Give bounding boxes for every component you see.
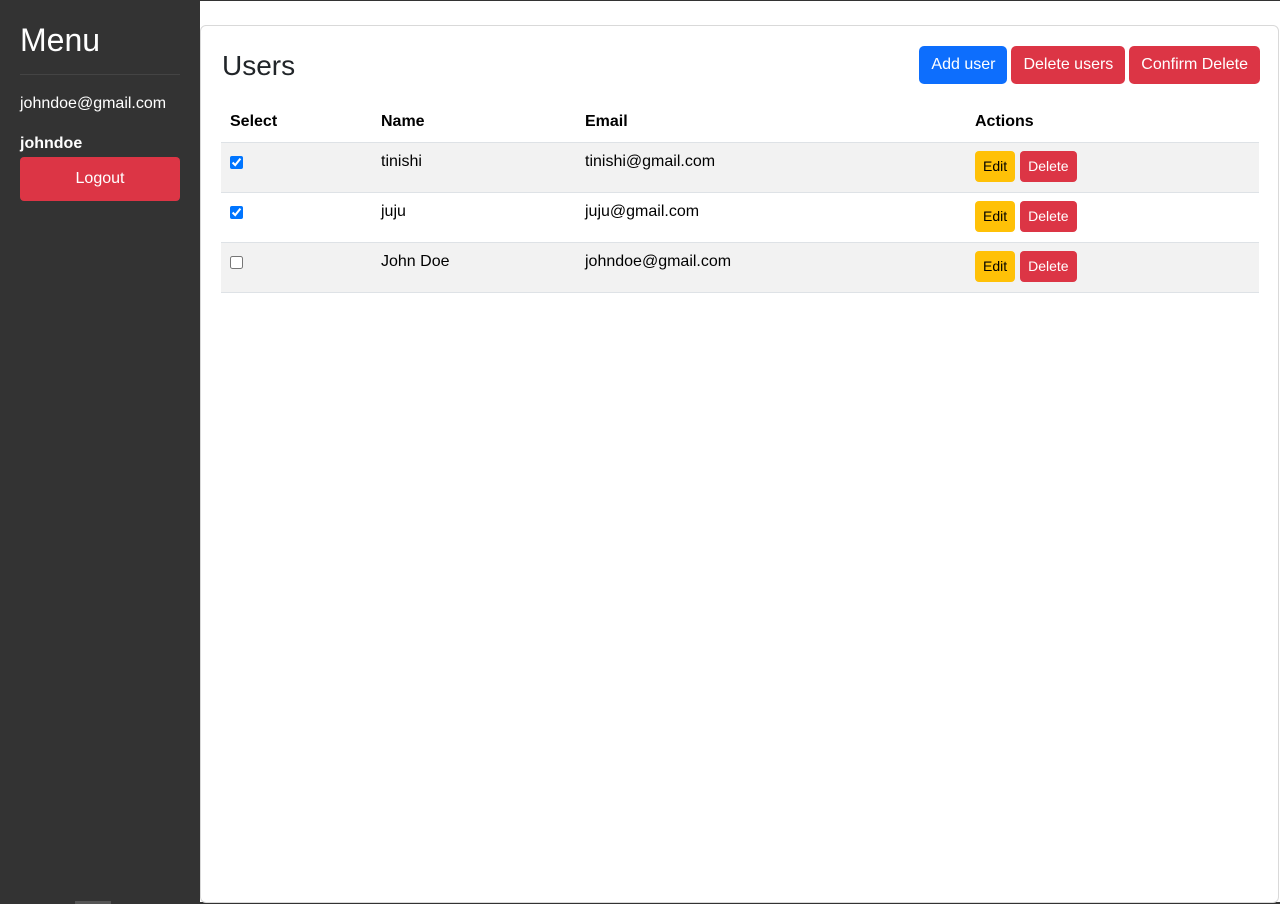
actions-cell: Edit Delete xyxy=(966,192,1259,243)
column-header-select: Select xyxy=(221,102,372,143)
confirm-delete-button[interactable]: Confirm Delete xyxy=(1129,46,1260,84)
select-cell xyxy=(221,142,372,193)
delete-button[interactable]: Delete xyxy=(1020,250,1077,282)
table-row: juju juju@gmail.com Edit Delete xyxy=(221,192,1259,243)
main-content: Users Add user Delete users Confirm Dele… xyxy=(200,0,1280,903)
column-header-actions: Actions xyxy=(966,102,1259,143)
row-actions: Edit Delete xyxy=(975,200,1250,232)
name-cell: juju xyxy=(372,192,576,243)
row-select-checkbox[interactable] xyxy=(230,255,243,269)
name-cell: John Doe xyxy=(372,242,576,293)
name-cell: tinishi xyxy=(372,142,576,193)
edit-button[interactable]: Edit xyxy=(975,150,1016,182)
delete-button[interactable]: Delete xyxy=(1020,150,1077,182)
table-header-row: Select Name Email Actions xyxy=(221,102,1259,143)
select-cell xyxy=(221,192,372,243)
user-name: johndoe xyxy=(20,135,83,152)
table-row: John Doe johndoe@gmail.com Edit Delete xyxy=(221,242,1259,293)
header-actions: Add user Delete users Confirm Delete xyxy=(919,46,1260,84)
sidebar-title: Menu xyxy=(20,0,180,75)
select-cell xyxy=(221,242,372,293)
user-email: johndoe@gmail.com xyxy=(20,95,167,112)
row-select-checkbox[interactable] xyxy=(230,155,243,169)
add-user-button[interactable]: Add user xyxy=(919,46,1008,84)
users-table: Select Name Email Actions tinishi tinish… xyxy=(221,102,1259,293)
edit-button[interactable]: Edit xyxy=(975,250,1016,282)
row-select-checkbox[interactable] xyxy=(230,205,243,219)
email-cell: johndoe@gmail.com xyxy=(576,242,966,293)
edit-button[interactable]: Edit xyxy=(975,200,1016,232)
table-row: tinishi tinishi@gmail.com Edit Delete xyxy=(221,142,1259,193)
row-actions: Edit Delete xyxy=(975,250,1250,282)
sidebar: Menu johndoe@gmail.com johndoe Logout xyxy=(0,0,200,904)
delete-users-button[interactable]: Delete users xyxy=(1011,46,1126,84)
users-card: Users Add user Delete users Confirm Dele… xyxy=(200,25,1279,903)
actions-cell: Edit Delete xyxy=(966,242,1259,293)
page-title: Users xyxy=(222,50,296,81)
column-header-name: Name xyxy=(372,102,576,143)
actions-cell: Edit Delete xyxy=(966,142,1259,193)
page-header: Users Add user Delete users Confirm Dele… xyxy=(222,46,1260,86)
row-actions: Edit Delete xyxy=(975,150,1250,182)
email-cell: juju@gmail.com xyxy=(576,192,966,243)
logout-button[interactable]: Logout xyxy=(20,157,180,201)
email-cell: tinishi@gmail.com xyxy=(576,142,966,193)
column-header-email: Email xyxy=(576,102,966,143)
delete-button[interactable]: Delete xyxy=(1020,200,1077,232)
